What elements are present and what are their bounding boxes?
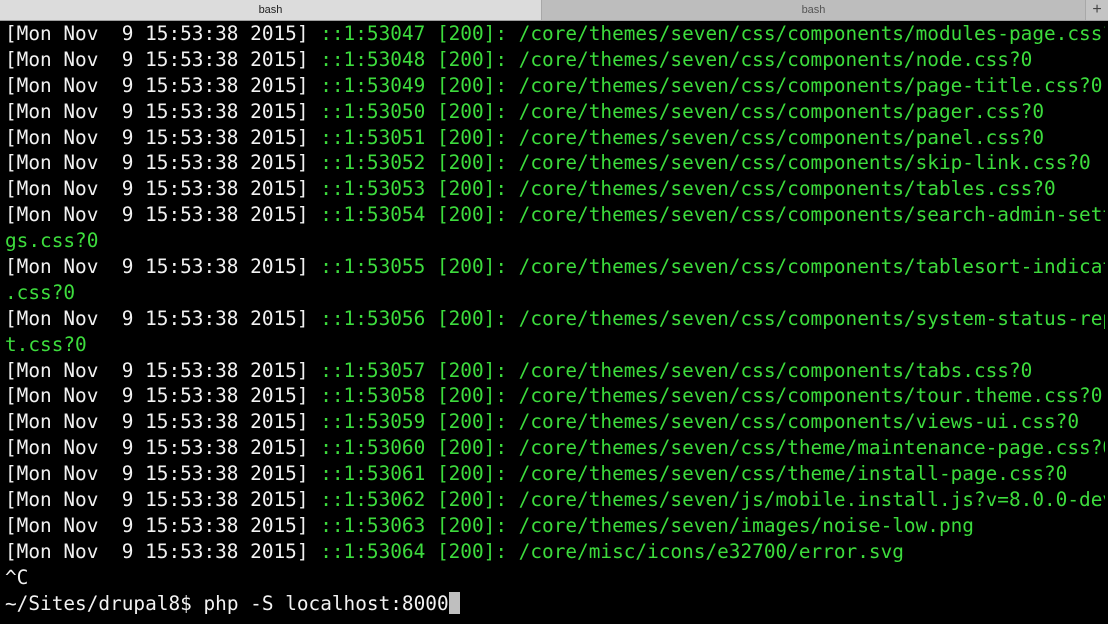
log-request-path: /core/themes/seven/css/components/skip-l… (518, 151, 1091, 175)
log-timestamp: [Mon Nov 9 15:53:38 2015] (5, 73, 321, 97)
log-line: [Mon Nov 9 15:53:38 2015] ::1:53056 [200… (5, 306, 1105, 332)
log-line: [Mon Nov 9 15:53:38 2015] ::1:53059 [200… (5, 409, 1105, 435)
plus-icon: + (1092, 1, 1102, 18)
log-address-status: ::1:53047 [200]: (320, 22, 519, 45)
log-address-status: ::1:53053 [200]: (320, 177, 519, 201)
log-request-path: /core/themes/seven/css/components/tables… (518, 255, 1105, 279)
log-line: [Mon Nov 9 15:53:38 2015] ::1:53047 [200… (5, 21, 1105, 47)
log-request-path: /core/themes/seven/css/components/tour.t… (518, 384, 1103, 408)
log-timestamp: [Mon Nov 9 15:53:38 2015] (5, 22, 321, 45)
log-timestamp: [Mon Nov 9 15:53:38 2015] (5, 488, 321, 512)
terminal-output[interactable]: [Mon Nov 9 15:53:38 2015] ::1:53047 [200… (5, 21, 1105, 624)
log-line: [Mon Nov 9 15:53:38 2015] ::1:53048 [200… (5, 47, 1105, 73)
log-timestamp: [Mon Nov 9 15:53:38 2015] (5, 151, 321, 175)
log-line: [Mon Nov 9 15:53:38 2015] ::1:53050 [200… (5, 99, 1105, 125)
log-timestamp: [Mon Nov 9 15:53:38 2015] (5, 410, 321, 434)
log-request-path: /core/themes/seven/css/components/page-t… (518, 73, 1103, 97)
log-request-path: /core/themes/seven/css/components/node.c… (518, 47, 1033, 71)
log-line: [Mon Nov 9 15:53:38 2015] ::1:53054 [200… (5, 202, 1105, 228)
prompt-line[interactable]: ~/Sites/drupal8$ php -S localhost:8000 (5, 591, 1105, 617)
log-address-status: ::1:53060 [200]: (320, 436, 519, 460)
log-request-path: /core/themes/seven/css/components/system… (518, 306, 1105, 330)
log-address-status: ::1:53055 [200]: (320, 255, 519, 279)
log-request-path: /core/themes/seven/css/components/tabs.c… (518, 358, 1033, 382)
log-line: [Mon Nov 9 15:53:38 2015] ::1:53055 [200… (5, 254, 1105, 280)
log-request-path: /core/themes/seven/js/mobile.install.js?… (518, 488, 1105, 512)
log-address-status: ::1:53061 [200]: (320, 462, 519, 486)
log-address-status: ::1:53064 [200]: (320, 539, 519, 563)
log-timestamp: [Mon Nov 9 15:53:38 2015] (5, 462, 321, 486)
log-request-path: /core/themes/seven/css/components/views-… (518, 410, 1080, 434)
log-line: [Mon Nov 9 15:53:38 2015] ::1:53053 [200… (5, 176, 1105, 202)
log-line-wrap: t.css?0 (5, 332, 1105, 358)
log-address-status: ::1:53049 [200]: (320, 73, 519, 97)
tab-bash-active[interactable]: bash (0, 0, 542, 20)
log-line-wrap: .css?0 (5, 280, 1105, 306)
log-address-status: ::1:53048 [200]: (320, 47, 519, 71)
log-line: [Mon Nov 9 15:53:38 2015] ::1:53063 [200… (5, 513, 1105, 539)
log-timestamp: [Mon Nov 9 15:53:38 2015] (5, 539, 321, 563)
log-address-status: ::1:53052 [200]: (320, 151, 519, 175)
log-timestamp: [Mon Nov 9 15:53:38 2015] (5, 513, 321, 537)
log-request-path: /core/themes/seven/css/components/module… (518, 22, 1105, 45)
log-request-path: /core/themes/seven/css/theme/maintenance… (518, 436, 1105, 460)
log-timestamp: [Mon Nov 9 15:53:38 2015] (5, 255, 321, 279)
log-timestamp: [Mon Nov 9 15:53:38 2015] (5, 384, 321, 408)
log-line: [Mon Nov 9 15:53:38 2015] ::1:53064 [200… (5, 539, 1105, 565)
log-request-path: /core/themes/seven/images/noise-low.png (518, 513, 974, 537)
log-timestamp: [Mon Nov 9 15:53:38 2015] (5, 436, 321, 460)
log-timestamp: [Mon Nov 9 15:53:38 2015] (5, 99, 321, 123)
log-request-path: /core/themes/seven/css/theme/install-pag… (518, 462, 1068, 486)
log-address-status: ::1:53063 [200]: (320, 513, 519, 537)
tab-bar: bash bash + (0, 0, 1108, 21)
log-request-path: /core/themes/seven/css/components/tables… (518, 177, 1056, 201)
log-request-path: /core/themes/seven/css/components/search… (518, 203, 1105, 227)
log-request-path: /core/themes/seven/css/components/panel.… (518, 125, 1045, 149)
log-address-status: ::1:53059 [200]: (320, 410, 519, 434)
log-address-status: ::1:53054 [200]: (320, 203, 519, 227)
log-timestamp: [Mon Nov 9 15:53:38 2015] (5, 47, 321, 71)
log-line: [Mon Nov 9 15:53:38 2015] ::1:53060 [200… (5, 435, 1105, 461)
text-cursor (448, 591, 460, 614)
log-timestamp: [Mon Nov 9 15:53:38 2015] (5, 125, 321, 149)
log-line: [Mon Nov 9 15:53:38 2015] ::1:53049 [200… (5, 73, 1105, 99)
log-line: [Mon Nov 9 15:53:38 2015] ::1:53062 [200… (5, 487, 1105, 513)
log-address-status: ::1:53051 [200]: (320, 125, 519, 149)
log-timestamp: [Mon Nov 9 15:53:38 2015] (5, 306, 321, 330)
log-request-path: /core/themes/seven/css/components/pager.… (518, 99, 1045, 123)
log-address-status: ::1:53062 [200]: (320, 488, 519, 512)
log-address-status: ::1:53050 [200]: (320, 99, 519, 123)
log-line: [Mon Nov 9 15:53:38 2015] ::1:53057 [200… (5, 358, 1105, 384)
log-request-path-continued: .css?0 (5, 280, 76, 304)
log-timestamp: [Mon Nov 9 15:53:38 2015] (5, 177, 321, 201)
log-address-status: ::1:53057 [200]: (320, 358, 519, 382)
interrupt-line: ^C (5, 565, 29, 589)
log-timestamp: [Mon Nov 9 15:53:38 2015] (5, 203, 321, 227)
log-request-path-continued: t.css?0 (5, 332, 87, 356)
log-line: [Mon Nov 9 15:53:38 2015] ::1:53051 [200… (5, 125, 1105, 151)
log-line: [Mon Nov 9 15:53:38 2015] ::1:53061 [200… (5, 461, 1105, 487)
shell-prompt: ~/Sites/drupal8$ (5, 591, 204, 615)
log-timestamp: [Mon Nov 9 15:53:38 2015] (5, 358, 321, 382)
log-address-status: ::1:53056 [200]: (320, 306, 519, 330)
tab-bash-inactive[interactable]: bash (542, 0, 1086, 20)
command-input[interactable]: php -S localhost:8000 (203, 592, 448, 615)
log-address-status: ::1:53058 [200]: (320, 384, 519, 408)
log-request-path: /core/misc/icons/e32700/error.svg (518, 539, 904, 563)
new-tab-button[interactable]: + (1086, 0, 1108, 20)
log-request-path-continued: gs.css?0 (5, 229, 99, 253)
log-line: [Mon Nov 9 15:53:38 2015] ::1:53058 [200… (5, 383, 1105, 409)
log-line-wrap: gs.css?0 (5, 228, 1105, 254)
log-line: [Mon Nov 9 15:53:38 2015] ::1:53052 [200… (5, 150, 1105, 176)
